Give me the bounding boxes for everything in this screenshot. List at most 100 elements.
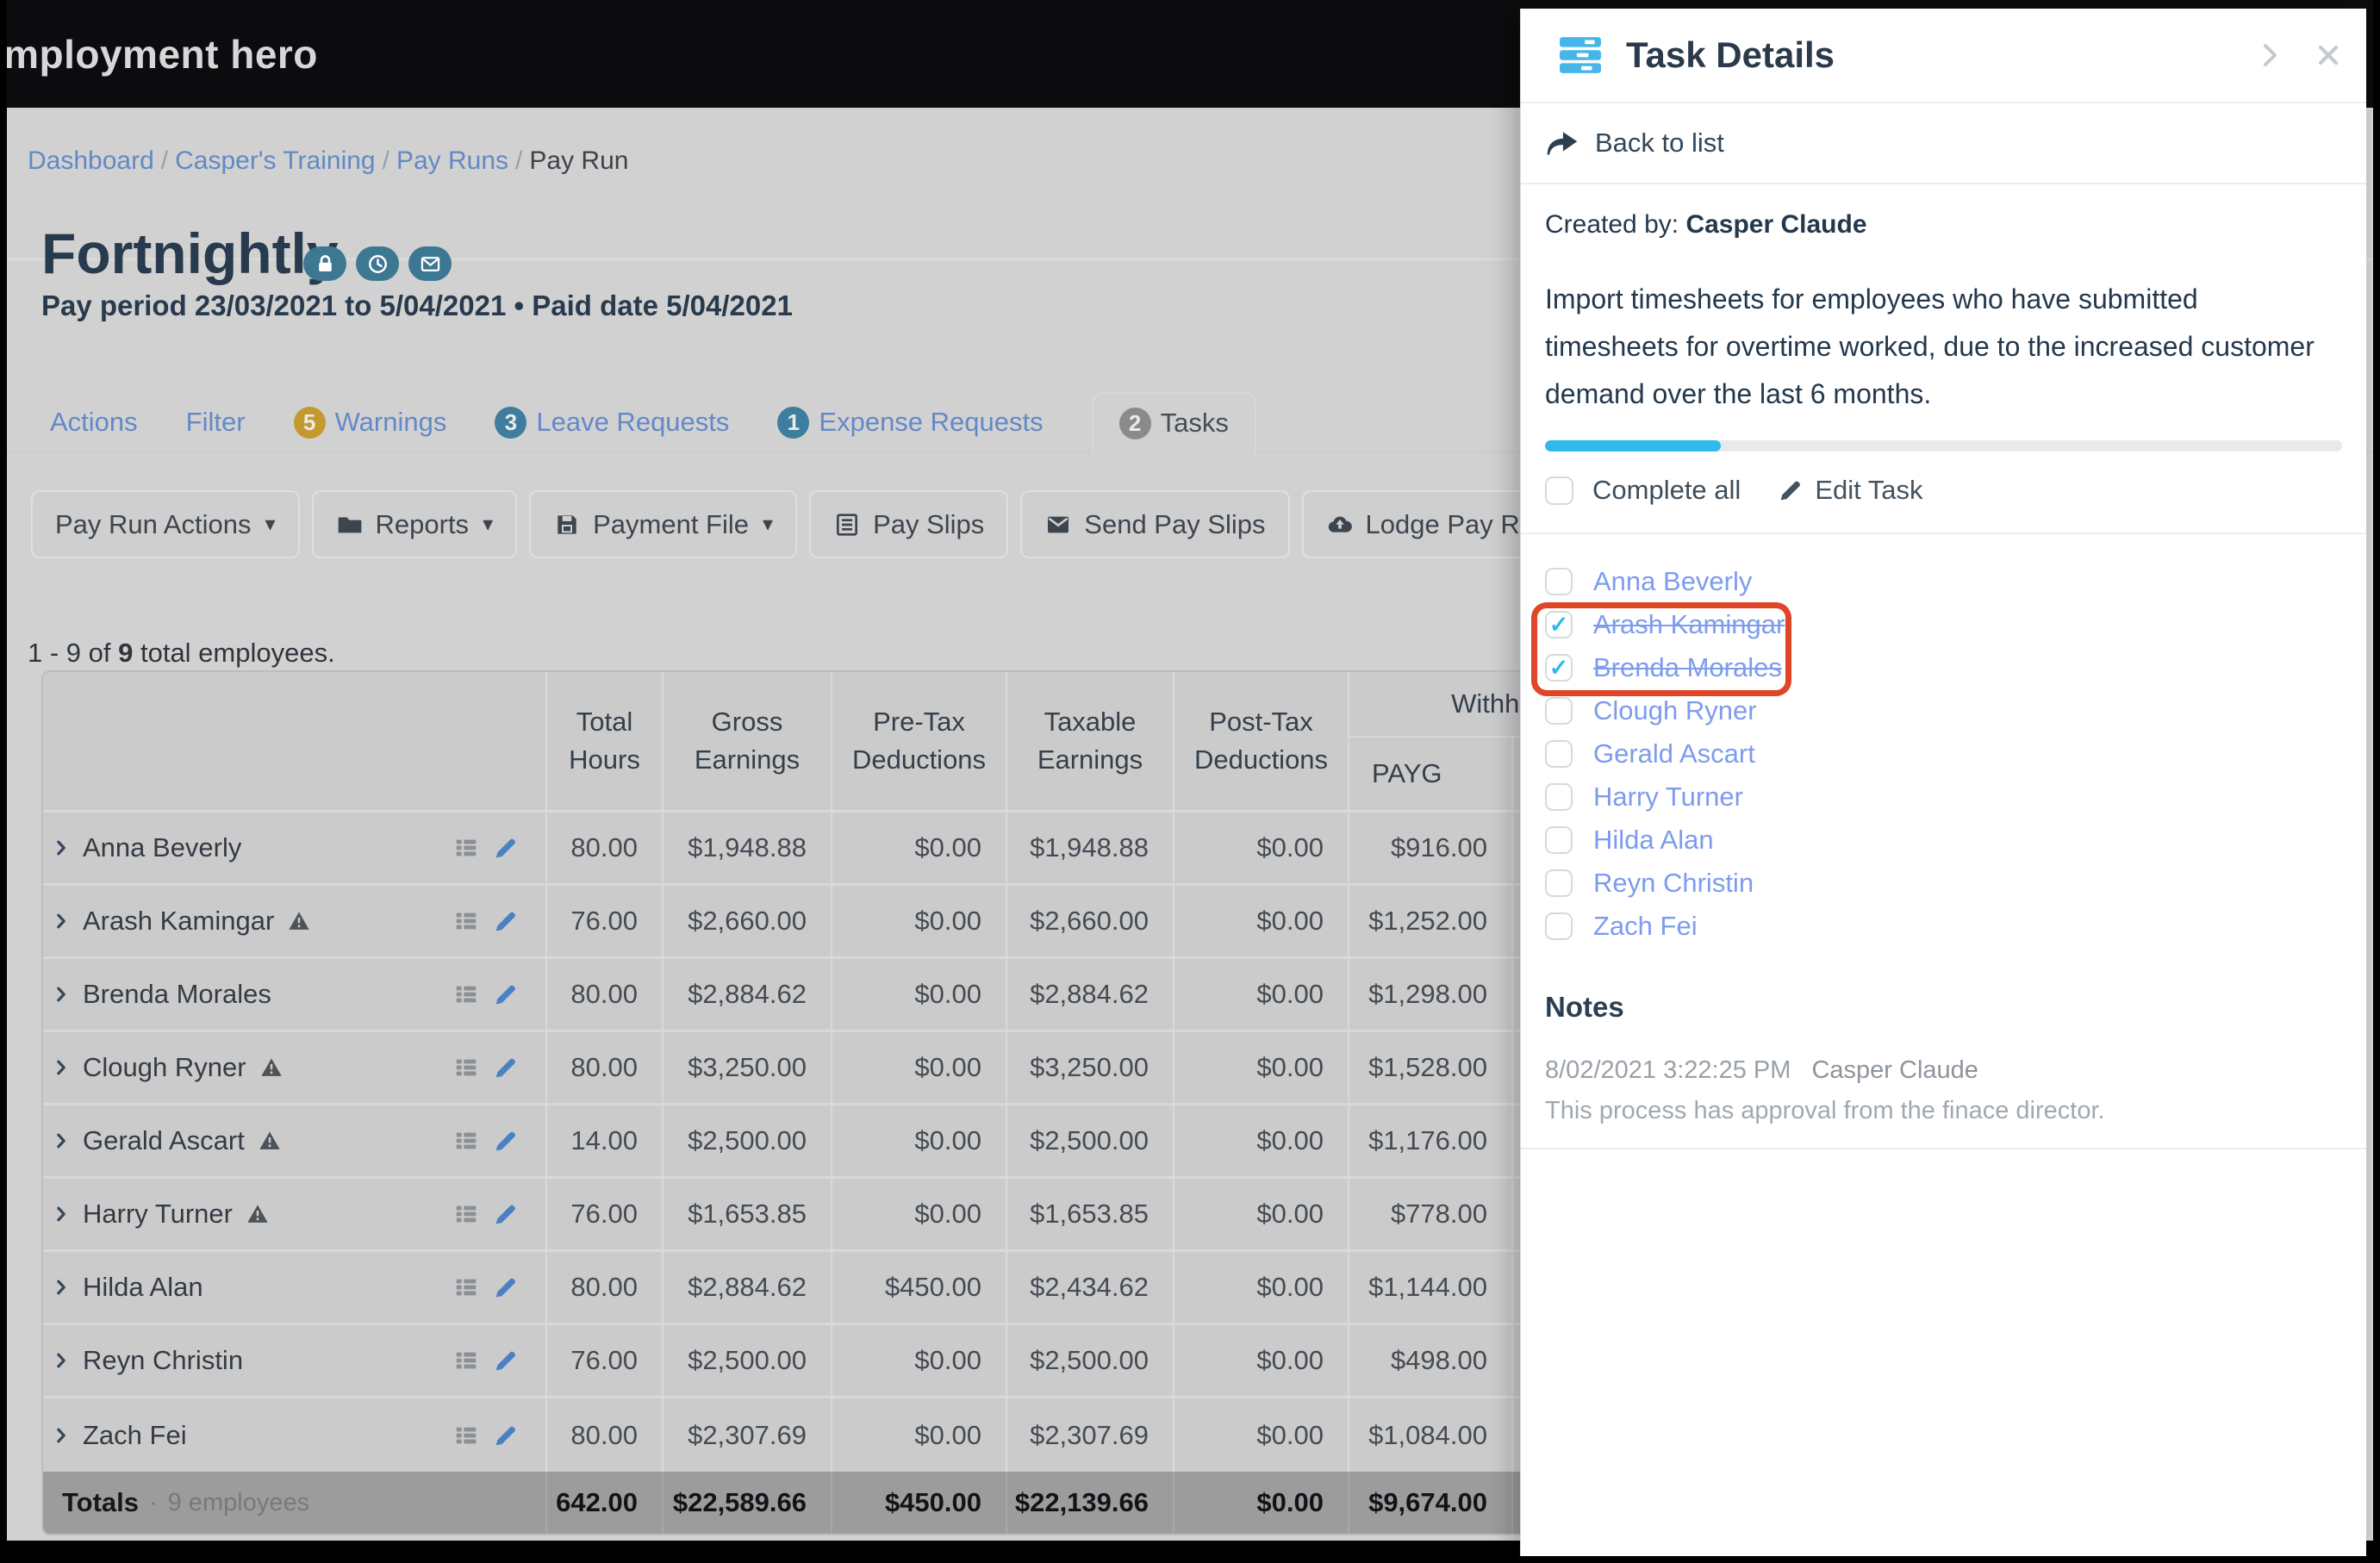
- edit-task-button[interactable]: Edit Task: [1777, 475, 1923, 506]
- notes-heading: Notes: [1545, 991, 1624, 1023]
- payment-file-button[interactable]: Payment File ▾: [529, 490, 798, 558]
- task-checkbox[interactable]: [1545, 697, 1573, 725]
- employee-name: Reyn Christin: [83, 1345, 244, 1375]
- row-actions: [451, 1273, 520, 1301]
- pay-details-icon[interactable]: [451, 907, 482, 935]
- expand-row-icon[interactable]: [52, 835, 71, 861]
- pay-run-actions-button[interactable]: Pay Run Actions ▾: [31, 490, 300, 558]
- task-checkbox[interactable]: [1545, 783, 1573, 811]
- amount-cell: $0.00: [832, 1325, 1007, 1396]
- employee-link[interactable]: Zach Fei: [1593, 911, 1698, 942]
- expand-row-icon[interactable]: [52, 908, 71, 934]
- table-row-gerald-ascart: Gerald Ascart 14.00 $2,500.00 $0.00 $2,500.0…: [43, 1105, 1768, 1179]
- amount-cell: $2,500.00: [1007, 1105, 1174, 1176]
- task-controls: Complete all Edit Task: [1545, 470, 2342, 510]
- amount-cell: $2,307.69: [664, 1398, 832, 1472]
- task-checkbox-checked[interactable]: ✓: [1545, 611, 1573, 638]
- breadcrumb-link-dashboard[interactable]: Dashboard: [28, 146, 154, 175]
- pay-run-table: Total Hours Gross Earnings Pre-Tax Deductio…: [41, 670, 1770, 1535]
- send-pay-slips-button[interactable]: Send Pay Slips: [1020, 490, 1290, 558]
- pay-details-icon[interactable]: [451, 1422, 482, 1449]
- totals-amount-cell: 642.00: [547, 1472, 664, 1534]
- caret-down-icon: ▾: [483, 513, 494, 536]
- tab-actions[interactable]: Actions: [50, 407, 138, 438]
- edit-employee-icon[interactable]: [492, 1273, 520, 1301]
- amount-cell: $2,307.69: [1007, 1398, 1174, 1472]
- employee-cell: Zach Fei: [43, 1398, 547, 1472]
- employee-link[interactable]: Anna Beverly: [1593, 566, 1752, 597]
- table-row-zach-fei: Zach Fei 80.00 $2,307.69 $0.00 $2,307.69 $0.0…: [43, 1398, 1768, 1472]
- edit-employee-icon[interactable]: [492, 1127, 520, 1155]
- amount-cell: $1,653.85: [1007, 1179, 1174, 1249]
- warning-icon: [257, 1129, 283, 1153]
- tabs: Actions Filter 5 Warnings 3 Leave Requests 1 Ex…: [7, 392, 1256, 452]
- tab-label: Actions: [50, 407, 138, 437]
- edit-employee-icon[interactable]: [492, 1422, 520, 1449]
- expand-row-icon[interactable]: [52, 1274, 71, 1300]
- employee-link[interactable]: Hilda Alan: [1593, 825, 1714, 856]
- tab-warnings[interactable]: 5 Warnings: [293, 406, 446, 439]
- employee-cell: Clough Ryner: [43, 1032, 547, 1103]
- tab-expense-requests[interactable]: 1 Expense Requests: [777, 406, 1044, 439]
- note-author: Casper Claude: [1811, 1056, 1978, 1084]
- amount-cell: $0.00: [1174, 1252, 1349, 1323]
- checklist-item-zach-fei: Zach Fei: [1521, 905, 2366, 948]
- expand-row-icon[interactable]: [52, 1128, 71, 1154]
- employee-link[interactable]: Harry Turner: [1593, 782, 1743, 813]
- back-to-list-button[interactable]: Back to list: [1521, 103, 2366, 184]
- edit-employee-icon[interactable]: [492, 907, 520, 935]
- edit-employee-icon[interactable]: [492, 834, 520, 862]
- pay-details-icon[interactable]: [451, 834, 482, 862]
- pay-details-icon[interactable]: [451, 1127, 482, 1155]
- tab-filter[interactable]: Filter: [186, 407, 246, 438]
- complete-all-checkbox[interactable]: [1545, 476, 1573, 505]
- reports-button[interactable]: Reports ▾: [311, 490, 518, 558]
- task-checkbox[interactable]: [1545, 912, 1573, 940]
- employee-link[interactable]: Gerald Ascart: [1593, 738, 1755, 769]
- pay-details-icon[interactable]: [451, 1273, 482, 1301]
- task-checkbox[interactable]: [1545, 869, 1573, 897]
- next-task-chevron-icon[interactable]: [2254, 40, 2285, 71]
- amount-cell: $1,528.00: [1349, 1032, 1513, 1103]
- caret-down-icon: ▾: [763, 513, 774, 536]
- employee-link[interactable]: Brenda Morales: [1593, 652, 1782, 683]
- pay-details-icon[interactable]: [451, 981, 482, 1008]
- expand-row-icon[interactable]: [52, 981, 71, 1007]
- lock-icon: [303, 246, 346, 281]
- expand-row-icon[interactable]: [52, 1423, 71, 1448]
- edit-employee-icon[interactable]: [492, 981, 520, 1008]
- employee-link[interactable]: Clough Ryner: [1593, 695, 1757, 726]
- task-checkbox[interactable]: [1545, 568, 1573, 595]
- close-icon[interactable]: [2313, 40, 2344, 71]
- tab-leave-requests[interactable]: 3 Leave Requests: [495, 406, 729, 439]
- panel-nav: [2254, 40, 2344, 71]
- edit-employee-icon[interactable]: [492, 1200, 520, 1228]
- task-checkbox[interactable]: [1545, 740, 1573, 768]
- expand-row-icon[interactable]: [52, 1348, 71, 1373]
- pay-details-icon[interactable]: [451, 1347, 482, 1374]
- amount-cell: $0.00: [832, 959, 1007, 1030]
- expand-row-icon[interactable]: [52, 1055, 71, 1080]
- task-checkbox-checked[interactable]: ✓: [1545, 654, 1573, 682]
- amount-cell: $916.00: [1349, 813, 1513, 883]
- pay-details-icon[interactable]: [451, 1200, 482, 1228]
- edit-employee-icon[interactable]: [492, 1054, 520, 1081]
- employee-link[interactable]: Reyn Christin: [1593, 868, 1754, 899]
- edit-employee-icon[interactable]: [492, 1347, 520, 1374]
- clock-icon: [356, 246, 399, 281]
- edit-task-label: Edit Task: [1815, 475, 1923, 505]
- table-row-hilda-alan: Hilda Alan 80.00 $2,884.62 $450.00 $2,434.62…: [43, 1252, 1768, 1325]
- amount-cell: $0.00: [1174, 1032, 1349, 1103]
- amount-cell: $0.00: [832, 1105, 1007, 1176]
- expand-row-icon[interactable]: [52, 1201, 71, 1227]
- task-progress-fill: [1545, 440, 1721, 451]
- employee-link[interactable]: Arash Kamingar: [1593, 609, 1785, 640]
- breadcrumb-link-casper-s-training[interactable]: Casper's Training: [175, 146, 376, 175]
- task-checkbox[interactable]: [1545, 826, 1573, 854]
- pay-details-icon[interactable]: [451, 1054, 482, 1081]
- amount-cell: $0.00: [832, 1032, 1007, 1103]
- pay-slips-button[interactable]: Pay Slips: [809, 490, 1009, 558]
- button-label: Pay Slips: [873, 508, 985, 539]
- breadcrumb-link-pay-runs[interactable]: Pay Runs: [396, 146, 508, 175]
- tab-tasks[interactable]: 2 Tasks: [1091, 392, 1256, 452]
